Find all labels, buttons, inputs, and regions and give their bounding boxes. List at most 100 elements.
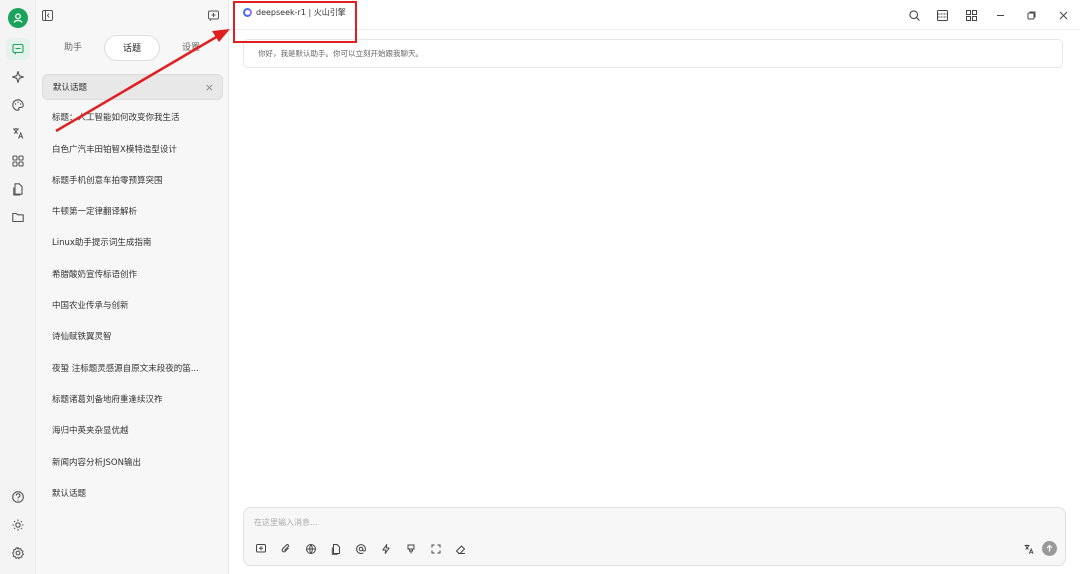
document-icon bbox=[13, 183, 23, 196]
mention-tool[interactable] bbox=[352, 540, 370, 558]
minimize-button[interactable] bbox=[991, 6, 1009, 24]
lightning-icon bbox=[382, 544, 390, 554]
layout-button[interactable] bbox=[933, 6, 951, 24]
rail-agents-button[interactable] bbox=[6, 66, 30, 88]
topic-label: 海归中英夹杂显优越 bbox=[52, 426, 129, 437]
translate-button[interactable] bbox=[1021, 541, 1037, 557]
grid-icon bbox=[965, 9, 977, 21]
topic-item[interactable]: 标题诸葛刘备地府重逢续汉祚 bbox=[42, 387, 223, 413]
plug-icon bbox=[407, 544, 415, 554]
globe-icon bbox=[306, 544, 316, 554]
arrow-up-icon bbox=[1046, 544, 1053, 552]
topic-label: 中国农业传承与创新 bbox=[52, 301, 129, 312]
attach-tool[interactable] bbox=[277, 540, 295, 558]
rail-settings-button[interactable] bbox=[6, 542, 30, 564]
topic-item[interactable]: 海归中英夹杂显优越 bbox=[42, 418, 223, 444]
fullscreen-tool[interactable] bbox=[427, 540, 445, 558]
apps-button[interactable] bbox=[962, 6, 980, 24]
new-chat-icon bbox=[256, 544, 266, 553]
highlight-box bbox=[233, 1, 357, 43]
user-icon bbox=[13, 13, 23, 23]
help-icon bbox=[12, 491, 24, 503]
rail-paint-button[interactable] bbox=[6, 94, 30, 116]
layout-icon bbox=[936, 9, 948, 21]
topic-item[interactable]: 夜蛩 注标题灵感源自原文末段夜的笛... bbox=[42, 356, 223, 382]
palette-icon bbox=[12, 99, 24, 111]
rail-help-button[interactable] bbox=[6, 486, 30, 508]
topic-label: 诗仙赋铁翼灵智 bbox=[52, 332, 112, 343]
topic-panel: 助手 话题 设置 默认话题 × 标题：人工智能如何改变你我生活 白色广汽丰田铂智… bbox=[36, 0, 229, 574]
rail-translate-button[interactable] bbox=[6, 122, 30, 144]
topic-item[interactable]: 默认话题 × bbox=[42, 74, 223, 100]
at-icon bbox=[356, 544, 366, 554]
send-button[interactable] bbox=[1042, 541, 1057, 556]
search-icon bbox=[908, 9, 920, 21]
topic-label: 默认话题 bbox=[52, 488, 87, 499]
sparkle-icon bbox=[11, 70, 25, 84]
folder-icon bbox=[12, 212, 24, 223]
topic-item[interactable]: 牛顿第一定律翻译解析 bbox=[42, 199, 223, 225]
new-chat-icon bbox=[207, 10, 219, 21]
brightness-icon bbox=[12, 519, 24, 531]
tab-assistants[interactable]: 助手 bbox=[48, 35, 98, 61]
topic-item[interactable]: 标题手机创意车拍零预算突围 bbox=[42, 168, 223, 194]
restore-icon bbox=[1027, 11, 1035, 19]
rail-files-button[interactable] bbox=[6, 178, 30, 200]
topic-label: 牛顿第一定律翻译解析 bbox=[52, 207, 138, 218]
knowledge-tool[interactable] bbox=[327, 540, 345, 558]
topic-label: 新闻内容分析JSON输出 bbox=[52, 457, 141, 468]
topic-item[interactable]: 标题：人工智能如何改变你我生活 bbox=[42, 105, 223, 131]
clear-tool[interactable] bbox=[452, 540, 470, 558]
translate-icon bbox=[1024, 544, 1034, 554]
topic-item[interactable]: 中国农业传承与创新 bbox=[42, 293, 223, 319]
new-topic-button[interactable] bbox=[204, 6, 222, 24]
close-window-button[interactable] bbox=[1054, 6, 1072, 24]
topic-item[interactable]: 默认话题 bbox=[42, 481, 223, 507]
chat-main: deepseek-r1 | 火山引擎 你好，我是默认助手。你可以立刻开始跟我聊天… bbox=[229, 0, 1080, 574]
new-topic-tool[interactable] bbox=[252, 540, 270, 558]
avatar[interactable] bbox=[8, 8, 28, 28]
minimize-icon bbox=[996, 14, 1004, 16]
eraser-icon bbox=[456, 545, 465, 554]
rail-apps-button[interactable] bbox=[6, 150, 30, 172]
expand-icon bbox=[431, 544, 441, 554]
topic-label: 默认话题 bbox=[53, 83, 88, 93]
paperclip-icon bbox=[281, 544, 290, 553]
close-icon[interactable]: × bbox=[205, 75, 214, 99]
web-search-tool[interactable] bbox=[302, 540, 320, 558]
restore-button[interactable] bbox=[1022, 6, 1040, 24]
assistant-greeting: 你好，我是默认助手。你可以立刻开始跟我聊天。 bbox=[243, 39, 1063, 68]
rail-folder-button[interactable] bbox=[6, 206, 30, 228]
panel-tabs: 助手 话题 设置 bbox=[40, 35, 225, 61]
tab-settings[interactable]: 设置 bbox=[166, 35, 216, 61]
topic-item[interactable]: 新闻内容分析JSON输出 bbox=[42, 450, 223, 476]
chat-icon bbox=[12, 43, 24, 55]
message-composer[interactable]: 在这里输入消息... bbox=[243, 507, 1066, 566]
topic-label: 夜蛩 注标题灵感源自原文末段夜的笛... bbox=[52, 363, 199, 374]
message-input[interactable]: 在这里输入消息... bbox=[254, 517, 318, 528]
rail-theme-button[interactable] bbox=[6, 514, 30, 536]
topic-label: 标题诸葛刘备地府重逢续汉祚 bbox=[52, 394, 163, 405]
topic-label: 标题手机创意车拍零预算突围 bbox=[52, 175, 163, 186]
document-icon bbox=[331, 544, 340, 555]
settings-icon bbox=[12, 547, 24, 560]
toggle-sidebar-button[interactable] bbox=[38, 6, 56, 24]
search-button[interactable] bbox=[905, 6, 923, 24]
rail-chat-button[interactable] bbox=[6, 38, 30, 60]
topic-label: 标题：人工智能如何改变你我生活 bbox=[52, 113, 180, 124]
tab-topics[interactable]: 话题 bbox=[104, 35, 160, 61]
topic-label: Linux助手提示词生成指南 bbox=[52, 238, 152, 249]
quick-phrase-tool[interactable] bbox=[377, 540, 395, 558]
apps-icon bbox=[12, 155, 24, 167]
topic-item[interactable]: Linux助手提示词生成指南 bbox=[42, 230, 223, 256]
sidebar-toggle-icon bbox=[41, 9, 53, 21]
panel-toolbar bbox=[36, 0, 229, 30]
topic-item[interactable]: 白色广汽丰田铂智X模特造型设计 bbox=[42, 137, 223, 163]
topic-item[interactable]: 希腊酸奶宣传标语创作 bbox=[42, 262, 223, 288]
topic-label: 白色广汽丰田铂智X模特造型设计 bbox=[52, 144, 177, 155]
topic-label: 希腊酸奶宣传标语创作 bbox=[52, 269, 138, 280]
translate-icon bbox=[13, 128, 24, 139]
topic-item[interactable]: 诗仙赋铁翼灵智 bbox=[42, 324, 223, 350]
close-icon bbox=[1059, 11, 1067, 19]
mcp-tool[interactable] bbox=[402, 540, 420, 558]
